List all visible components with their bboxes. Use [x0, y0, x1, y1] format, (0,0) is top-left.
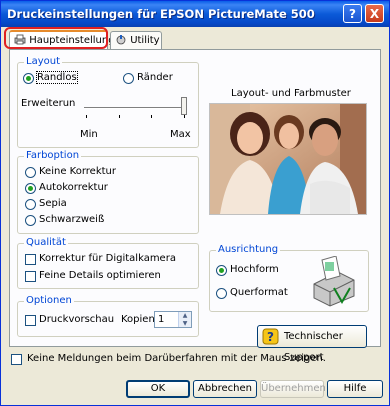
utility-icon	[116, 35, 126, 45]
color-option-group: Farboption Keine Korrektur Autokorrektur…	[17, 150, 199, 234]
querformat-label[interactable]: Querformat	[230, 287, 288, 298]
slider-min-label: Min	[80, 129, 98, 140]
family-photo-image	[210, 104, 366, 214]
radio-keine-korrektur[interactable]	[25, 167, 36, 178]
dialog-window: Druckeinstellungen für EPSON PictureMate…	[0, 0, 390, 406]
orientation-group-label: Ausrichtung	[216, 244, 281, 255]
copies-label: Kopien	[121, 314, 155, 325]
radio-autokorrektur[interactable]	[25, 183, 36, 194]
radio-sepia[interactable]	[25, 199, 36, 210]
spin-down-icon[interactable]: ▼	[179, 320, 191, 328]
radio-randlos[interactable]	[23, 73, 34, 84]
slider-tick	[86, 115, 87, 118]
svg-text:?: ?	[267, 330, 274, 344]
quality-group-label: Qualität	[24, 237, 68, 248]
preview-label: Layout- und Farbmuster	[231, 88, 351, 99]
tab-utility[interactable]: Utility	[110, 31, 162, 49]
copies-value[interactable]: 1	[158, 314, 164, 325]
technical-support-button[interactable]: ? Technischer Support	[257, 325, 367, 363]
options-group: Optionen Druckvorschau Kopien 1 ▲ ▼	[17, 295, 199, 337]
checkbox-digitalkamera[interactable]	[25, 254, 36, 265]
schwarzweiss-label[interactable]: Schwarzweiß	[39, 214, 104, 225]
digitalkamera-label[interactable]: Korrektur für Digitalkamera	[39, 253, 176, 264]
slider-tick	[119, 115, 120, 118]
sepia-label[interactable]: Sepia	[39, 198, 67, 209]
spin-up-icon[interactable]: ▲	[179, 312, 191, 320]
radio-hochformat[interactable]	[216, 265, 227, 276]
radio-raender[interactable]	[123, 73, 134, 84]
expansion-slider-thumb[interactable]	[181, 97, 187, 115]
checkbox-no-messages[interactable]	[11, 354, 22, 365]
radio-querformat[interactable]	[216, 288, 227, 299]
copies-spin-buttons[interactable]: ▲ ▼	[178, 312, 191, 327]
checkbox-feine-details[interactable]	[25, 271, 36, 282]
quality-group: Qualität Korrektur für Digitalkamera Fei…	[17, 237, 199, 289]
help-title-button[interactable]: ?	[343, 4, 362, 23]
window-title: Druckeinstellungen für EPSON PictureMate…	[7, 7, 315, 21]
active-tab-highlight	[4, 27, 108, 49]
hochformat-label[interactable]: Hochform	[230, 264, 279, 275]
randlos-label[interactable]: Randlos	[36, 71, 78, 84]
checkbox-druckvorschau[interactable]	[25, 315, 36, 326]
tab-label: Utility	[130, 35, 160, 46]
keine-korrektur-label[interactable]: Keine Korrektur	[39, 166, 116, 177]
ok-button[interactable]: OK	[126, 380, 190, 398]
layout-group: Layout Randlos Ränder Erweiterun Min Max	[17, 56, 199, 148]
color-group-label: Farboption	[24, 150, 82, 161]
feine-details-label[interactable]: Feine Details optimieren	[39, 270, 161, 281]
copies-spinner[interactable]: 1 ▲ ▼	[154, 311, 192, 328]
autokorrektur-label[interactable]: Autokorrektur	[39, 182, 108, 193]
help-question-icon: ?	[262, 328, 279, 345]
orientation-group: Ausrichtung Hochform Querformat	[209, 244, 369, 312]
slider-tick	[184, 115, 185, 118]
expansion-label: Erweiterun	[21, 98, 76, 109]
expansion-slider-track[interactable]	[84, 107, 184, 109]
slider-tick	[151, 115, 152, 118]
layout-group-label: Layout	[24, 56, 62, 67]
options-group-label: Optionen	[24, 295, 74, 306]
title-bar[interactable]: Druckeinstellungen für EPSON PictureMate…	[1, 1, 389, 27]
close-button[interactable]: X	[365, 4, 384, 23]
help-button[interactable]: Hilfe	[327, 380, 383, 398]
no-messages-label[interactable]: Keine Meldungen beim Darüberfahren mit d…	[27, 353, 326, 364]
radio-schwarzweiss[interactable]	[25, 215, 36, 226]
druckvorschau-label[interactable]: Druckvorschau	[39, 314, 114, 325]
apply-button[interactable]: Übernehmen	[260, 380, 326, 398]
raender-label[interactable]: Ränder	[137, 72, 173, 83]
tab-panel-main: Layout Randlos Ränder Erweiterun Min Max…	[9, 49, 381, 363]
cancel-button[interactable]: Abbrechen	[193, 380, 257, 398]
slider-max-label: Max	[170, 129, 191, 140]
printer-portrait-icon	[313, 256, 355, 307]
preview-photo	[209, 103, 367, 215]
